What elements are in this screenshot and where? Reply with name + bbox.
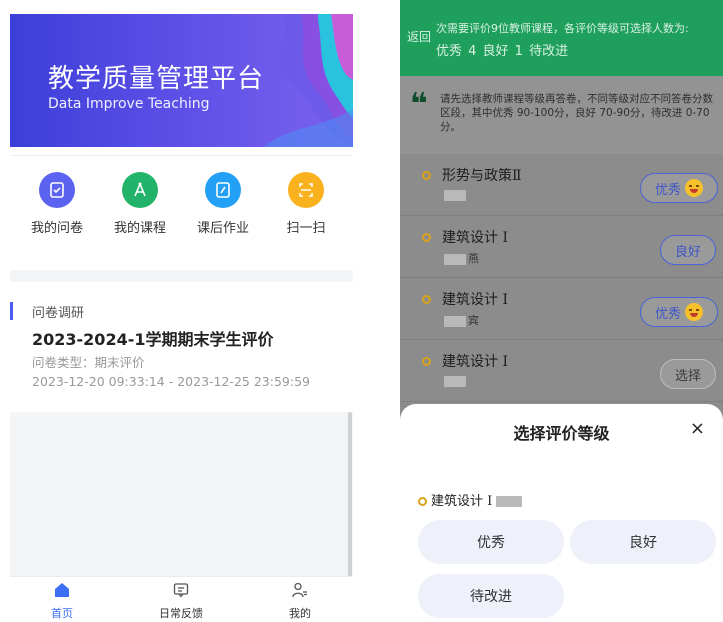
rating-option-good[interactable]: 良好 <box>570 520 716 564</box>
quick-label: 课后作业 <box>196 221 249 236</box>
banner: 教学质量管理平台 Data Improve Teaching <box>10 14 353 147</box>
tip-text: 请先选择教师课程等级再答卷，不同等级对应不同答卷分数区段，其中优秀 90-100… <box>440 93 713 133</box>
questionnaire-icon <box>39 172 75 208</box>
rating-sheet: 选择评价等级 × 建筑设计 I 优秀 良好 待改进 <box>400 404 723 622</box>
redacted-mark <box>496 496 523 507</box>
evaluation-screen: 返回 次需要评价9位教师课程，各评价等级可选择人数为: 优秀 4 良好 1 待改… <box>400 0 723 622</box>
bullet-icon <box>422 295 431 304</box>
divider <box>10 147 353 155</box>
platform-subtitle: Data Improve Teaching <box>48 96 210 112</box>
teacher-name: 燕 <box>444 250 479 266</box>
sheet-title: 选择评价等级 <box>513 424 610 443</box>
tab-home[interactable]: 首页 <box>22 581 102 621</box>
platform-title: 教学质量管理平台 <box>48 64 265 94</box>
laughing-emoji-icon <box>685 303 703 321</box>
survey-type: 问卷类型：期末评价 <box>32 355 145 370</box>
bullet-icon <box>422 357 431 366</box>
course-row[interactable]: 形势与政策Ⅱ 优秀 <box>400 154 723 216</box>
rating-button[interactable]: 优秀 <box>640 297 718 327</box>
course-name: 建筑设计 I <box>442 230 508 246</box>
survey-category: 问卷调研 <box>32 306 85 321</box>
course-name: 建筑设计 I <box>442 292 508 308</box>
survey-card[interactable]: 问卷调研 2023-2024-1学期期末学生评价 问卷类型：期末评价 2023-… <box>10 282 353 412</box>
survey-title: 2023-2024-1学期期末学生评价 <box>32 330 274 349</box>
back-button[interactable]: 返回 <box>407 28 431 45</box>
tab-bar: 首页 日常反馈 我的 <box>10 576 353 622</box>
redacted-mark <box>444 375 466 387</box>
redacted-mark <box>444 189 466 201</box>
bullet-icon <box>422 171 431 180</box>
redacted-mark <box>444 253 466 265</box>
quote-icon: ❝ <box>410 87 428 122</box>
homework-icon <box>205 172 241 208</box>
teacher-name <box>444 188 468 201</box>
homework-button[interactable]: 课后作业 <box>183 172 263 236</box>
home-icon <box>55 583 69 597</box>
course-list: 形势与政策Ⅱ 优秀 建筑设计 I 燕 良好 建筑设计 I 宾 优秀 建筑设计 I… <box>400 154 723 404</box>
rating-option-needs-improvement[interactable]: 待改进 <box>418 574 564 618</box>
scan-icon <box>288 172 324 208</box>
accent-bar <box>10 302 13 320</box>
evaluation-header: 返回 次需要评价9位教师课程，各评价等级可选择人数为: 优秀 4 良好 1 待改… <box>400 0 723 76</box>
course-row[interactable]: 建筑设计 I 宾 优秀 <box>400 278 723 340</box>
course-row[interactable]: 建筑设计 I 燕 良好 <box>400 216 723 278</box>
quick-label: 我的课程 <box>113 221 166 236</box>
bullet-icon <box>418 497 427 506</box>
redacted-mark <box>444 315 466 327</box>
rating-button[interactable]: 良好 <box>660 235 716 265</box>
rating-option-excellent[interactable]: 优秀 <box>418 520 564 564</box>
course-name: 建筑设计 I <box>442 354 508 370</box>
survey-time: 2023-12-20 09:33:14 - 2023-12-25 23:59:5… <box>32 374 310 389</box>
tab-profile[interactable]: 我的 <box>260 581 340 621</box>
quick-actions: 我的问卷 我的课程 课后作业 扫一扫 <box>10 155 353 270</box>
close-icon[interactable]: × <box>690 418 705 439</box>
select-rating-button[interactable]: 选择 <box>660 359 716 389</box>
scrollbar[interactable] <box>348 412 352 584</box>
feedback-icon <box>173 583 189 598</box>
sheet-course-name: 建筑设计 I <box>418 490 524 509</box>
scan-button[interactable]: 扫一扫 <box>266 172 346 236</box>
my-courses-button[interactable]: 我的课程 <box>100 172 180 236</box>
profile-icon <box>292 582 307 598</box>
rating-button[interactable]: 优秀 <box>640 173 718 203</box>
compass-icon <box>122 172 158 208</box>
teacher-name <box>444 374 468 387</box>
course-name: 形势与政策Ⅱ <box>442 168 522 184</box>
quick-label: 扫一扫 <box>286 221 326 236</box>
tab-label: 我的 <box>289 607 311 620</box>
course-row[interactable]: 建筑设计 I 选择 <box>400 340 723 402</box>
home-screen: 教学质量管理平台 Data Improve Teaching 我的问卷 我的课程… <box>10 14 353 622</box>
laughing-emoji-icon <box>685 179 703 197</box>
tab-label: 首页 <box>51 607 73 620</box>
bullet-icon <box>422 233 431 242</box>
tip-box: ❝ 请先选择教师课程等级再答卷，不同等级对应不同答卷分数区段，其中优秀 90-1… <box>400 76 723 154</box>
tab-feedback[interactable]: 日常反馈 <box>141 581 221 621</box>
quota-counts: 优秀 4 良好 1 待改进 <box>436 44 569 59</box>
quick-label: 我的问卷 <box>30 221 83 236</box>
my-questionnaires-button[interactable]: 我的问卷 <box>17 172 97 236</box>
tab-label: 日常反馈 <box>159 607 203 620</box>
quota-note: 次需要评价9位教师课程，各评价等级可选择人数为: <box>436 22 689 35</box>
teacher-name: 宾 <box>444 312 479 328</box>
